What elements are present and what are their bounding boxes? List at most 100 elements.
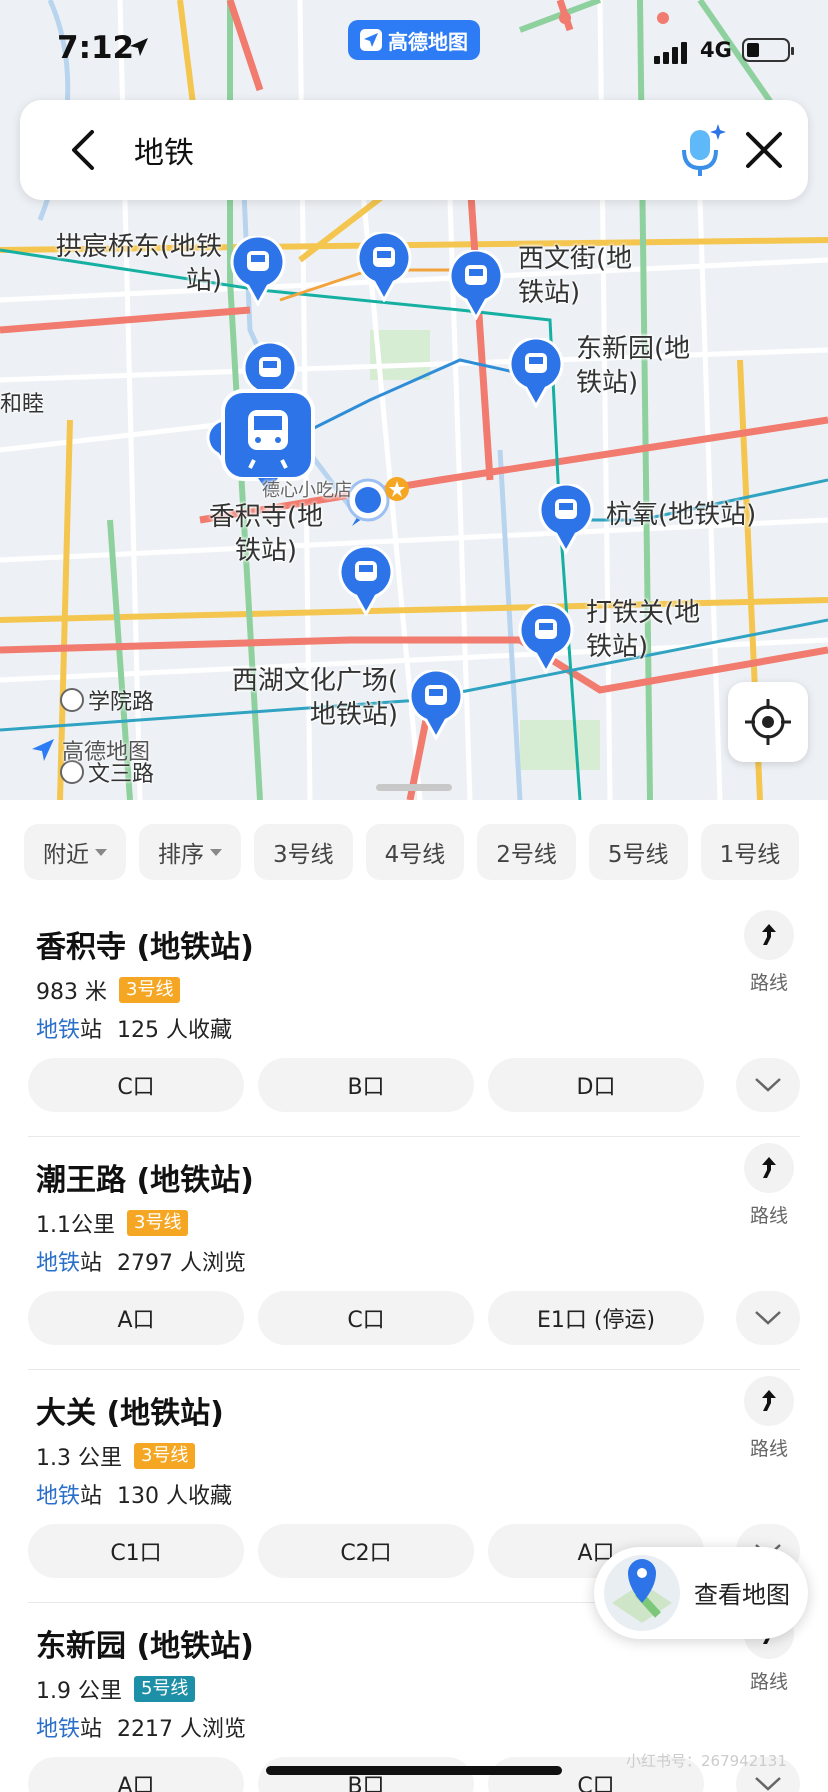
route-label: 路线 [749, 972, 788, 994]
road-circle-icon [60, 688, 84, 712]
exit-chip[interactable]: A口 [28, 1291, 244, 1345]
category-label: 地铁 [36, 1251, 81, 1276]
filter-line-1[interactable]: 1号线 [700, 824, 800, 880]
exit-chip[interactable]: A口 [28, 1757, 244, 1792]
signal-icon [654, 42, 687, 64]
exit-list: A口 C口 E1口 (停运) [28, 1291, 704, 1345]
filter-nearby[interactable]: 附近 [24, 824, 126, 880]
metro-station-marker[interactable] [338, 546, 394, 616]
station-distance-row: 1.1公里 3号线 [36, 1207, 189, 1239]
chevron-down-icon [755, 1078, 781, 1092]
metro-station-marker[interactable] [356, 232, 412, 302]
amap-logo-icon [32, 739, 54, 761]
sheet-drag-handle[interactable] [376, 784, 452, 791]
filter-line-4[interactable]: 4号线 [365, 824, 465, 880]
station-stat: 125 人收藏 [117, 1018, 233, 1043]
chevron-down-icon [755, 1777, 781, 1791]
exit-chip[interactable]: B口 [258, 1058, 474, 1112]
station-label-hangyang[interactable]: 杭氧(地铁站) [606, 498, 756, 532]
station-stat: 2217 人浏览 [117, 1717, 247, 1742]
metro-station-marker[interactable] [448, 250, 504, 320]
route-arrow-icon [762, 1390, 776, 1411]
station-label-xiwenjie[interactable]: 西文街(地 铁站) [518, 242, 632, 310]
route-label: 路线 [749, 1438, 788, 1460]
results-sheet: 附近 排序 3号线 4号线 2号线 5号线 1号线 香积寺 (地铁站) 983 … [0, 800, 828, 1792]
station-meta: 地铁站 125 人收藏 [36, 1012, 232, 1044]
metro-station-marker[interactable] [538, 484, 594, 554]
category-suffix: 站 [80, 1251, 103, 1276]
station-name[interactable]: 香积寺 (地铁站) [36, 922, 254, 966]
location-arrow-icon [130, 38, 148, 56]
expand-exits-button[interactable] [736, 1058, 800, 1112]
poi-label: 德心小吃店 [262, 480, 352, 501]
line-badge: 3号线 [127, 1210, 189, 1236]
search-bar: 地铁 [20, 100, 808, 200]
close-icon[interactable] [740, 126, 788, 174]
map-watermark: 高德地图 [30, 734, 150, 766]
station-name[interactable]: 潮王路 (地铁站) [36, 1155, 254, 1199]
station-meta: 地铁站 130 人收藏 [36, 1478, 232, 1510]
metro-station-marker[interactable] [408, 670, 464, 740]
result-item[interactable]: 香积寺 (地铁站) 983 米 3号线 地铁站 125 人收藏 路线 C口 B口… [0, 904, 828, 1137]
distance: 1.9 公里 [36, 1679, 122, 1704]
route-label: 路线 [749, 1671, 788, 1693]
distance: 1.3 公里 [36, 1446, 122, 1471]
map-pin-icon [604, 1555, 680, 1631]
filter-sort[interactable]: 排序 [139, 824, 241, 880]
locate-icon [745, 699, 791, 745]
view-map-button[interactable]: 查看地图 [594, 1547, 808, 1639]
station-distance-row: 1.9 公里 5号线 [36, 1673, 196, 1705]
filter-line-5[interactable]: 5号线 [588, 824, 688, 880]
station-distance-row: 1.3 公里 3号线 [36, 1440, 196, 1472]
network-type: 4G [700, 38, 732, 62]
filter-bar: 附近 排序 3号线 4号线 2号线 5号线 1号线 [24, 824, 828, 880]
station-name[interactable]: 大关 (地铁站) [36, 1388, 224, 1432]
home-indicator[interactable] [266, 1766, 562, 1775]
route-button[interactable]: 路线 [744, 1376, 794, 1461]
station-label-datieguan[interactable]: 打铁关(地 铁站) [586, 596, 700, 664]
station-label-gongchenqiaodong[interactable]: 拱宸桥东(地铁 站) [32, 230, 222, 298]
poi-star-icon [385, 477, 409, 501]
brand-label: 高德地图 [388, 29, 468, 54]
road-label-xueyuan: 学院路 [60, 684, 154, 716]
category-suffix: 站 [80, 1484, 103, 1509]
station-meta: 地铁站 2217 人浏览 [36, 1711, 246, 1743]
filter-line-3[interactable]: 3号线 [254, 824, 353, 880]
line-badge: 3号线 [133, 1443, 196, 1469]
route-button[interactable]: 路线 [744, 910, 794, 995]
line-badge: 3号线 [119, 977, 181, 1003]
distance: 1.1公里 [36, 1213, 115, 1238]
back-icon[interactable] [60, 126, 108, 174]
station-label-dongxinyuan[interactable]: 东新园(地 铁站) [576, 332, 690, 400]
chevron-down-icon [755, 1311, 781, 1325]
status-time: 7:12 [57, 30, 135, 66]
station-label-xihuwenhuaguangchang[interactable]: 西湖文化广场( 地铁站) [208, 664, 398, 732]
station-name[interactable]: 东新园 (地铁站) [36, 1621, 254, 1665]
metro-station-marker[interactable] [518, 604, 574, 674]
category-label: 地铁 [36, 1484, 81, 1509]
view-map-label: 查看地图 [694, 1581, 790, 1609]
filter-line-2[interactable]: 2号线 [477, 824, 576, 880]
amap-logo-icon [360, 29, 382, 51]
station-label-xiangjisi[interactable]: 香积寺(地 铁站) [200, 500, 332, 568]
amap-brand-badge[interactable]: 高德地图 [348, 20, 480, 60]
voice-mic-icon[interactable] [672, 120, 732, 180]
route-arrow-icon [762, 1157, 776, 1178]
dropdown-caret-icon [95, 848, 107, 856]
exit-chip[interactable]: E1口 (停运) [488, 1291, 704, 1345]
dropdown-caret-icon [210, 848, 222, 856]
route-button[interactable]: 路线 [744, 1143, 794, 1228]
route-arrow-icon [762, 924, 776, 945]
metro-station-marker[interactable] [508, 338, 564, 408]
search-input[interactable]: 地铁 [134, 128, 194, 172]
category-suffix: 站 [80, 1717, 103, 1742]
expand-exits-button[interactable] [736, 1291, 800, 1345]
exit-chip[interactable]: D口 [488, 1058, 704, 1112]
exit-chip[interactable]: C2口 [258, 1524, 474, 1578]
metro-station-marker[interactable] [230, 236, 286, 306]
exit-chip[interactable]: C口 [28, 1058, 244, 1112]
exit-chip[interactable]: C口 [258, 1291, 474, 1345]
exit-chip[interactable]: C1口 [28, 1524, 244, 1578]
locate-button[interactable] [728, 682, 808, 762]
result-item[interactable]: 潮王路 (地铁站) 1.1公里 3号线 地铁站 2797 人浏览 路线 A口 C… [0, 1137, 828, 1370]
